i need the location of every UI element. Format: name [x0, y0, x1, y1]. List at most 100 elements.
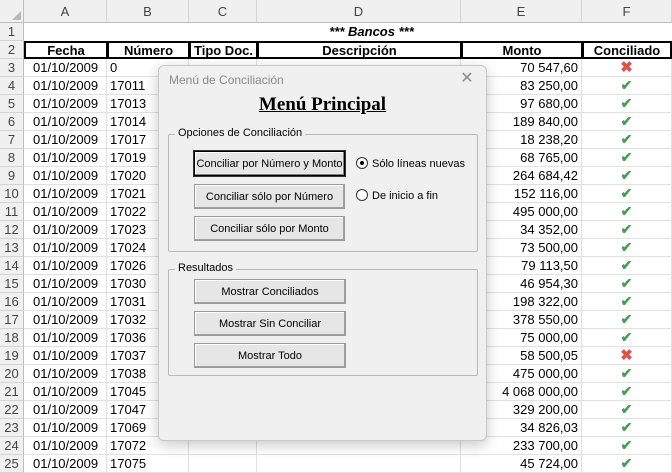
row-header[interactable]: 17	[0, 311, 24, 329]
cell-fecha[interactable]: 01/10/2009	[24, 131, 107, 149]
close-icon[interactable]: ✕	[456, 69, 478, 89]
cell-conciliado[interactable]: ✔	[582, 203, 672, 221]
cell-fecha[interactable]: 01/10/2009	[24, 59, 107, 77]
cell-fecha[interactable]: 01/10/2009	[24, 221, 107, 239]
row-header[interactable]: 25	[0, 455, 24, 473]
column-header-b[interactable]: B	[107, 0, 189, 23]
cell-conciliado[interactable]: ✖	[582, 347, 672, 365]
row-header[interactable]: 8	[0, 149, 24, 167]
cell-conciliado[interactable]: ✔	[582, 275, 672, 293]
cell-fecha[interactable]: 01/10/2009	[24, 311, 107, 329]
row-header[interactable]: 12	[0, 221, 24, 239]
cell-fecha[interactable]: 01/10/2009	[24, 383, 107, 401]
column-header-d[interactable]: D	[257, 0, 461, 23]
row-header[interactable]: 14	[0, 257, 24, 275]
show-reconciled-button[interactable]: Mostrar Conciliados	[194, 279, 346, 304]
select-all-corner[interactable]	[0, 0, 24, 23]
check-icon: ✔	[620, 149, 633, 165]
row-header[interactable]: 9	[0, 167, 24, 185]
row-header[interactable]: 11	[0, 203, 24, 221]
cell-conciliado[interactable]: ✔	[582, 239, 672, 257]
cell-conciliado[interactable]: ✔	[582, 131, 672, 149]
banner-title: *** Bancos ***	[329, 24, 414, 39]
row-header[interactable]: 6	[0, 113, 24, 131]
row-header[interactable]: 3	[0, 59, 24, 77]
row-header[interactable]: 4	[0, 77, 24, 95]
cell-conciliado[interactable]: ✔	[582, 95, 672, 113]
cell-fecha[interactable]: 01/10/2009	[24, 275, 107, 293]
cell-conciliado[interactable]: ✔	[582, 437, 672, 455]
reconcile-number-only-button[interactable]: Conciliar sólo por Número	[194, 184, 345, 209]
cell-conciliado[interactable]: ✔	[582, 419, 672, 437]
cell-fecha[interactable]: 01/10/2009	[24, 455, 107, 473]
cell-fecha[interactable]: 01/10/2009	[24, 365, 107, 383]
cell-fecha[interactable]: 01/10/2009	[24, 419, 107, 437]
header-cell[interactable]: Número	[107, 41, 190, 59]
cell-conciliado[interactable]: ✔	[582, 383, 672, 401]
cell-fecha[interactable]: 01/10/2009	[24, 347, 107, 365]
cell-conciliado[interactable]: ✔	[582, 311, 672, 329]
row-header[interactable]: 10	[0, 185, 24, 203]
header-cell[interactable]: Fecha	[24, 41, 108, 59]
column-header-f[interactable]: F	[582, 0, 672, 23]
radio-start-to-end[interactable]: De inicio a fin	[356, 189, 438, 203]
cell-conciliado[interactable]: ✔	[582, 293, 672, 311]
header-cell[interactable]: Tipo Doc.	[189, 41, 258, 59]
cell-numero[interactable]: 17075	[107, 455, 189, 473]
row-header[interactable]: 15	[0, 275, 24, 293]
row-header[interactable]: 19	[0, 347, 24, 365]
reconcile-amount-only-button[interactable]: Conciliar sólo por Monto	[194, 216, 345, 241]
row-header[interactable]: 2	[0, 41, 24, 59]
cell-conciliado[interactable]: ✖	[582, 59, 672, 77]
cell-conciliado[interactable]: ✔	[582, 149, 672, 167]
reconcile-number-amount-button[interactable]: Conciliar por Número y Monto	[194, 151, 345, 176]
row-header[interactable]: 1	[0, 23, 24, 41]
column-header-c[interactable]: C	[189, 0, 257, 23]
column-header-e[interactable]: E	[461, 0, 582, 23]
cell-fecha[interactable]: 01/10/2009	[24, 257, 107, 275]
header-cell[interactable]: Conciliado	[582, 41, 672, 59]
cell-descripcion[interactable]	[257, 455, 461, 473]
column-header-a[interactable]: A	[24, 0, 107, 23]
cell-conciliado[interactable]: ✔	[582, 401, 672, 419]
cell-conciliado[interactable]: ✔	[582, 167, 672, 185]
cell-conciliado[interactable]: ✔	[582, 455, 672, 473]
row-header[interactable]: 24	[0, 437, 24, 455]
row-header[interactable]: 20	[0, 365, 24, 383]
row-header[interactable]: 18	[0, 329, 24, 347]
row-header[interactable]: 13	[0, 239, 24, 257]
cell-fecha[interactable]: 01/10/2009	[24, 329, 107, 347]
cell-fecha[interactable]: 01/10/2009	[24, 149, 107, 167]
row-header[interactable]: 5	[0, 95, 24, 113]
cell-conciliado[interactable]: ✔	[582, 77, 672, 95]
cell-fecha[interactable]: 01/10/2009	[24, 203, 107, 221]
cell-fecha[interactable]: 01/10/2009	[24, 77, 107, 95]
cell-conciliado[interactable]: ✔	[582, 329, 672, 347]
row-header[interactable]: 23	[0, 419, 24, 437]
cell-conciliado[interactable]: ✔	[582, 185, 672, 203]
header-cell[interactable]: Descripción	[257, 41, 462, 59]
cell-conciliado[interactable]: ✔	[582, 113, 672, 131]
show-unreconciled-button[interactable]: Mostrar Sin Conciliar	[194, 311, 346, 336]
header-cell[interactable]: Monto	[461, 41, 583, 59]
dialog-heading: Menú Principal	[258, 94, 387, 115]
cell-tipo-doc[interactable]	[189, 455, 257, 473]
cell-fecha[interactable]: 01/10/2009	[24, 185, 107, 203]
cell-conciliado[interactable]: ✔	[582, 257, 672, 275]
radio-new-lines[interactable]: Sólo líneas nuevas	[356, 157, 465, 171]
cell-fecha[interactable]: 01/10/2009	[24, 401, 107, 419]
cell-conciliado[interactable]: ✔	[582, 365, 672, 383]
row-header[interactable]: 21	[0, 383, 24, 401]
cell-fecha[interactable]: 01/10/2009	[24, 167, 107, 185]
cell-fecha[interactable]: 01/10/2009	[24, 293, 107, 311]
cell-fecha[interactable]: 01/10/2009	[24, 437, 107, 455]
show-all-button[interactable]: Mostrar Todo	[194, 343, 346, 368]
row-header[interactable]: 16	[0, 293, 24, 311]
cell-monto[interactable]: 45 724,00	[461, 455, 582, 473]
cell-fecha[interactable]: 01/10/2009	[24, 95, 107, 113]
cell-fecha[interactable]: 01/10/2009	[24, 239, 107, 257]
cell-fecha[interactable]: 01/10/2009	[24, 113, 107, 131]
cell-conciliado[interactable]: ✔	[582, 221, 672, 239]
row-header[interactable]: 22	[0, 401, 24, 419]
row-header[interactable]: 7	[0, 131, 24, 149]
